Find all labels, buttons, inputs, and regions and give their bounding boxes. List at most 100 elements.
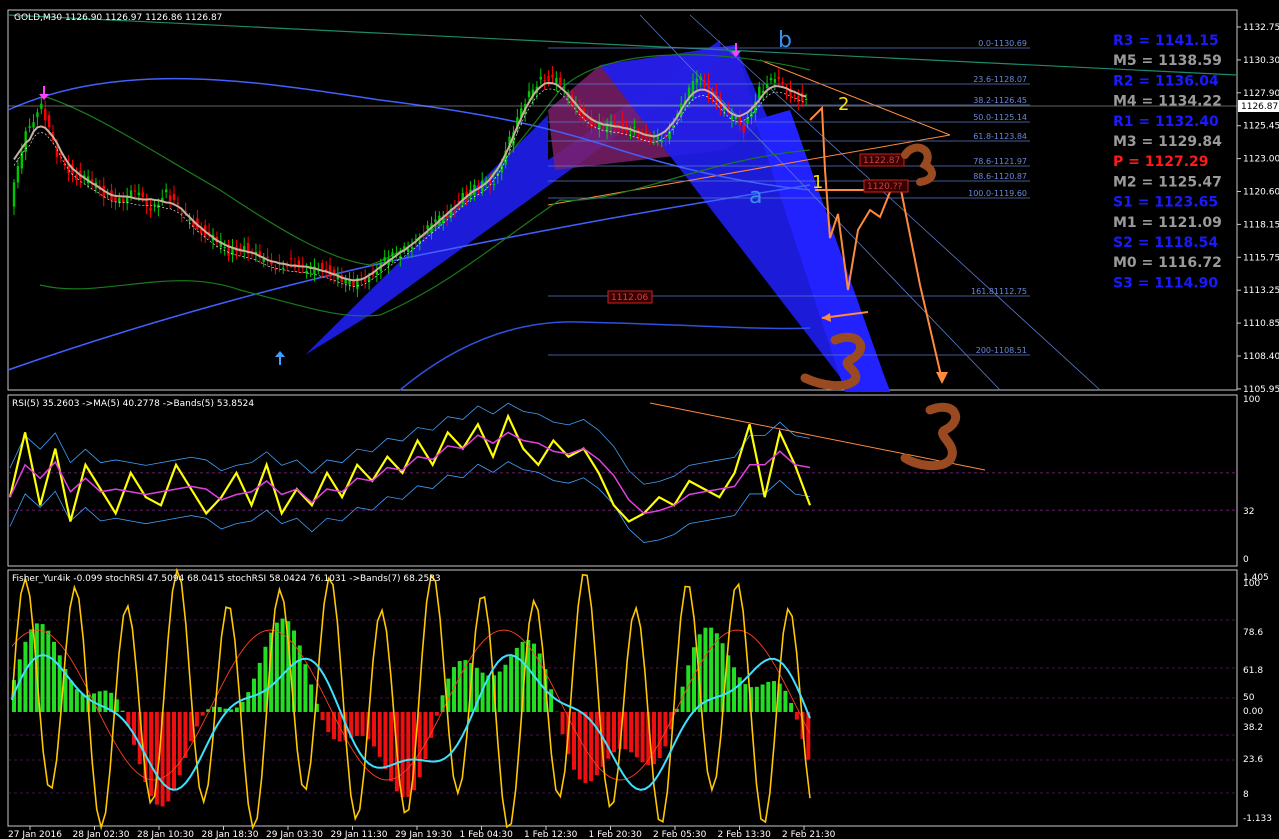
fisher-bar xyxy=(120,710,125,712)
trading-chart: 0.0-1130.69 23.6-1128.07 38.2-1126.45 50.0-… xyxy=(7,9,1279,839)
fisher-bar xyxy=(497,671,502,712)
candle-body xyxy=(648,139,652,142)
candle-body xyxy=(367,276,371,282)
candle-body xyxy=(328,265,332,277)
fisher-bar xyxy=(280,618,285,712)
time-axis-label: 1 Feb 20:30 xyxy=(589,830,643,839)
candle-body xyxy=(742,124,745,133)
candle-body xyxy=(660,140,663,143)
fisher-bar xyxy=(577,712,582,780)
time-axis-label: 28 Jan 10:30 xyxy=(137,830,194,839)
pivot-label: M1 = 1121.09 xyxy=(1113,215,1222,231)
fisher-bar xyxy=(509,656,514,712)
candle-body xyxy=(153,204,156,206)
candle-body xyxy=(586,118,589,120)
pivot-label: M5 = 1138.59 xyxy=(1113,53,1222,69)
candle-body xyxy=(527,91,531,98)
candle-body xyxy=(426,225,429,230)
price-axis-label: 1132.75 xyxy=(1243,23,1279,33)
candle-body xyxy=(797,95,800,102)
point-2-label: 2 xyxy=(838,94,849,115)
point-1-label: 1 xyxy=(812,172,823,193)
current-price-label: 1126.87 xyxy=(1241,102,1278,112)
candle-body xyxy=(559,77,562,86)
fisher-bar xyxy=(257,662,262,712)
time-axis-label: 29 Jan 19:30 xyxy=(395,830,452,839)
price-axis-label: 1130.30 xyxy=(1243,56,1279,66)
fisher-bar xyxy=(640,712,645,763)
candle-body xyxy=(32,122,35,128)
fisher-axis-label: 38.2 xyxy=(1243,723,1263,733)
fib-label: 61.8-1123.84 xyxy=(973,132,1027,141)
fisher-bar xyxy=(234,707,239,712)
candle-body xyxy=(90,179,94,182)
candle-body xyxy=(410,246,414,250)
fisher-bar xyxy=(766,681,771,712)
fisher-bar xyxy=(246,692,251,712)
candle-body xyxy=(758,86,761,99)
pivot-label: M4 = 1134.22 xyxy=(1113,94,1222,110)
candle-body xyxy=(539,76,542,80)
rsi-axis-label: 32 xyxy=(1243,507,1254,517)
candle-body xyxy=(16,166,20,183)
fisher-bar xyxy=(760,684,765,712)
fisher-bar xyxy=(74,689,79,712)
fisher-bar xyxy=(754,686,759,712)
fisher-bar xyxy=(383,712,388,770)
time-axis-label: 29 Jan 11:30 xyxy=(331,830,388,839)
pivot-label: M3 = 1129.84 xyxy=(1113,134,1222,150)
fisher-bar xyxy=(789,702,794,712)
fisher-bar xyxy=(274,622,279,712)
pivot-label: R3 = 1141.15 xyxy=(1113,33,1219,49)
rsi-panel[interactable] xyxy=(7,394,1238,567)
fisher-bar xyxy=(772,681,776,712)
fib-label: 38.2-1126.45 xyxy=(973,96,1027,105)
rsi-axis-label: 0 xyxy=(1243,555,1249,565)
candle-body xyxy=(629,130,632,132)
fisher-bar xyxy=(177,712,182,776)
fisher-bar xyxy=(303,664,308,712)
candle-body xyxy=(543,80,546,82)
fisher-bar xyxy=(132,712,136,745)
candle-body xyxy=(738,116,741,125)
candle-body xyxy=(141,192,144,197)
fisher-bar xyxy=(229,709,234,712)
candle-body xyxy=(40,103,43,109)
pivot-label: M2 = 1125.47 xyxy=(1113,174,1222,190)
candle-body xyxy=(547,75,550,82)
candle-body xyxy=(699,76,702,80)
fib-label: 23.6-1128.07 xyxy=(973,75,1027,84)
candle-body xyxy=(804,98,808,100)
fisher-axis-label: 8 xyxy=(1243,790,1249,800)
candle-body xyxy=(164,189,168,193)
candle-body xyxy=(730,115,734,120)
time-axis-label: 28 Jan 18:30 xyxy=(202,830,259,839)
rsi-header: RSI(5) 35.2603 ->MA(5) 40.2778 ->Bands(5… xyxy=(12,399,254,409)
fisher-axis-label: 61.8 xyxy=(1243,666,1263,676)
fisher-bar xyxy=(52,641,56,712)
fisher-bar xyxy=(549,689,554,712)
time-axis-label: 29 Jan 03:30 xyxy=(266,830,323,839)
time-axis-label: 28 Jan 02:30 xyxy=(73,830,130,839)
fisher-axis-label: 23.6 xyxy=(1243,755,1263,765)
candle-body xyxy=(129,190,133,197)
fisher-bar xyxy=(692,647,696,712)
pivot-label: R1 = 1132.40 xyxy=(1113,114,1219,130)
wave-b-label: b xyxy=(778,28,792,53)
candle-body xyxy=(28,126,31,128)
candle-body xyxy=(765,83,769,88)
time-axis-label: 2 Feb 21:30 xyxy=(782,830,836,839)
pivot-label: S1 = 1123.65 xyxy=(1113,195,1218,211)
fisher-bar xyxy=(652,712,656,765)
fisher-axis-label: 100 xyxy=(1243,579,1260,589)
rsi-axis-label: 100 xyxy=(1243,395,1260,405)
price-axis-label: 1105.95 xyxy=(1243,385,1279,395)
candle-body xyxy=(223,246,226,248)
candle-body xyxy=(12,182,16,207)
fisher-bar xyxy=(612,712,616,753)
price-axis-label: 1125.45 xyxy=(1243,122,1279,132)
fisher-bar xyxy=(354,712,359,736)
pivot-label: M0 = 1116.72 xyxy=(1113,255,1222,271)
fisher-bar xyxy=(634,712,639,758)
candle-body xyxy=(55,147,59,157)
